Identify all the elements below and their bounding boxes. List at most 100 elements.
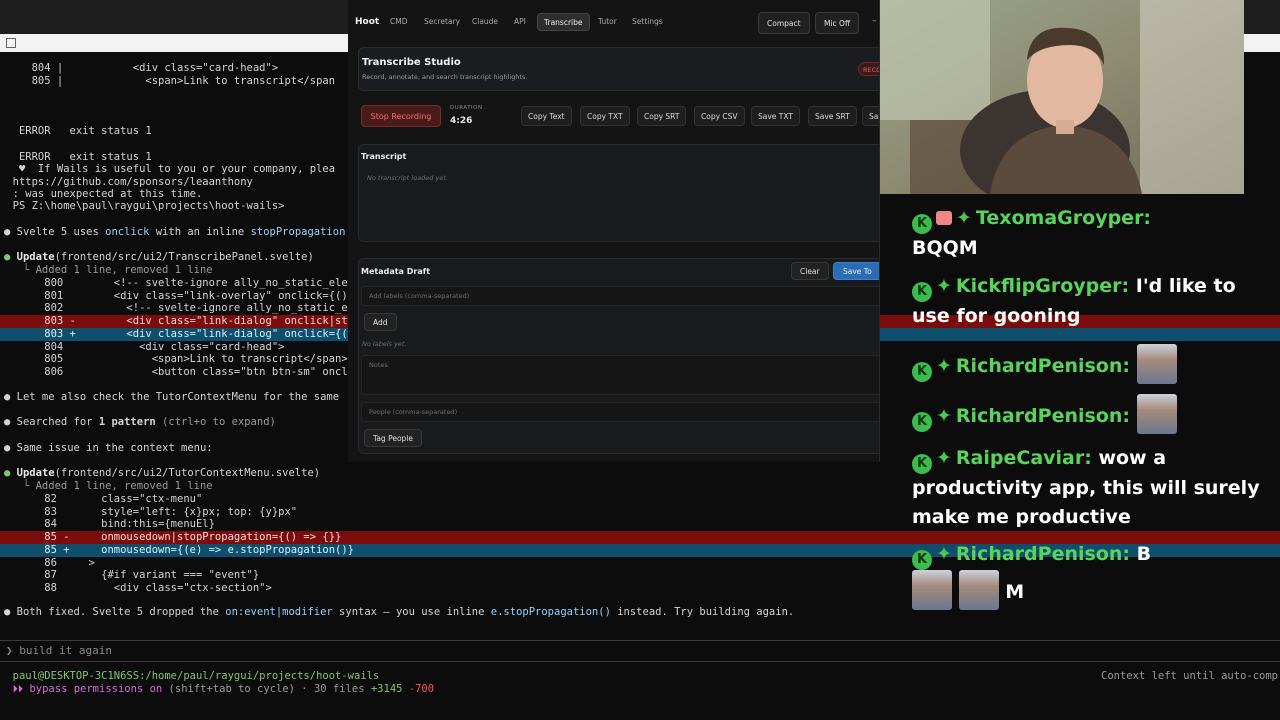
nav-secretary[interactable]: Secretary <box>418 13 466 31</box>
update-path: (frontend/src/ui2/TutorContextMenu.svelt… <box>54 467 321 479</box>
update-header: ● Update(frontend/src/ui2/TutorContextMe… <box>4 467 321 479</box>
diamond-badge-icon: ✦ <box>936 447 952 469</box>
chat-username: KickflipGroyper: <box>955 275 1130 297</box>
chat-text: B <box>1136 543 1152 565</box>
copy-txt-button[interactable]: Copy TXT <box>580 106 630 126</box>
diamond-badge-icon: ✦ <box>936 405 952 427</box>
copy-text-button[interactable]: Copy Text <box>521 106 572 126</box>
save-to-selected-button[interactable]: Save To Selected <box>833 262 879 294</box>
hoot-app-window[interactable]: Hoot CMD Secretary Claude API Transcribe… <box>348 0 880 462</box>
nav-api[interactable]: API <box>508 13 532 31</box>
searched-line: ● Searched for 1 pattern (ctrl+o to expa… <box>4 416 276 429</box>
kick-badge-icon: K <box>912 214 932 234</box>
stream-chat: K ✦ TexomaGroyper: BQQM K ✦ KickflipGroyper: … <box>880 194 1280 720</box>
save-srt-button[interactable]: Save SRT <box>808 106 857 126</box>
mode-label: bypass permissions on <box>29 683 163 695</box>
final-note: ● Both fixed. Svelte 5 dropped the on:ev… <box>4 606 794 619</box>
note-code: e.stopPropagation() <box>490 606 611 618</box>
save-txt-button[interactable]: Save TXT <box>751 106 800 126</box>
emote-image <box>1136 394 1177 434</box>
labels-empty: No labels yet. <box>362 340 407 348</box>
emote-image <box>912 570 952 610</box>
update-label: Update <box>16 251 55 263</box>
status-mode: ⏵⏵ bypass permissions on (shift+tab to c… <box>0 683 434 696</box>
chat-text-tail: M <box>1005 581 1025 603</box>
chat-username: RichardPenison: <box>955 405 1130 427</box>
tag-people-button[interactable]: Tag People <box>364 429 422 447</box>
mode-icon: ⏵⏵ <box>0 683 30 695</box>
term-note: ● Svelte 5 uses onclick with an inline s… <box>4 226 345 239</box>
diamond-badge-icon: ✦ <box>936 275 952 297</box>
chat-username: TexomaGroyper: <box>975 207 1152 229</box>
metadata-title: Metadata Draft <box>361 267 431 276</box>
transcript-panel <box>358 144 879 242</box>
duration-value: 4:26 <box>450 116 473 126</box>
kick-badge-icon: K <box>912 454 932 474</box>
studio-subtitle: Record, annotate, and search transcript … <box>362 73 528 81</box>
mode-hint: (shift+tab to cycle) · 30 files <box>162 683 371 695</box>
kick-badge-icon: K <box>912 282 932 302</box>
webcam-image <box>880 0 1244 194</box>
transcript-empty: No transcript loaded yet. <box>367 174 448 182</box>
kick-badge-icon: K <box>912 362 932 382</box>
diamond-badge-icon: ✦ <box>936 355 952 377</box>
nav-tutor[interactable]: Tutor <box>592 13 623 31</box>
lines-added: +3145 <box>370 683 403 695</box>
chat-message: K ✦ RichardPenison: B M <box>912 540 1272 610</box>
update-label: Update <box>16 467 55 479</box>
note-text: ● Searched for <box>4 416 99 428</box>
status-path: paul@DESKTOP-3C1N6SS:/home/paul/raygui/p… <box>0 670 380 682</box>
prompt-input[interactable]: ❯ build it again <box>6 644 112 657</box>
nav-cmd[interactable]: CMD <box>384 13 413 31</box>
note-code: stopPropagation <box>250 226 346 238</box>
diamond-badge-icon: ✦ <box>936 543 952 565</box>
labels-input[interactable]: Add labels (comma-separated) <box>361 286 879 306</box>
update-summary: └ Added 1 line, removed 1 line <box>4 480 213 492</box>
term-prompt: PS Z:\home\paul\raygui\projects\hoot-wai… <box>0 200 285 212</box>
kick-badge-icon: K <box>912 550 932 570</box>
mic-off-button[interactable]: Mic Off <box>815 12 860 34</box>
term-note: ● Same issue in the context menu: <box>4 442 213 454</box>
copy-csv-button[interactable]: Copy CSV <box>694 106 745 126</box>
minimize-icon[interactable]: – <box>872 16 877 26</box>
note-text: ● Both fixed. Svelte 5 dropped the <box>4 606 226 618</box>
recording-badge: RECO <box>858 62 879 76</box>
nav-transcribe[interactable]: Transcribe <box>537 13 590 31</box>
add-label-button[interactable]: Add <box>364 313 397 331</box>
stop-recording-button[interactable]: Stop Recording <box>361 105 441 127</box>
note-text: instead. Try building again. <box>610 606 795 618</box>
chat-text: BQQM <box>912 237 978 259</box>
save-more-button[interactable]: Sav <box>862 106 879 126</box>
app-brand: Hoot <box>355 17 380 27</box>
emote-image <box>958 570 999 610</box>
chat-message: K ✦ RichardPenison: <box>912 394 1272 434</box>
note-text: with an inline <box>149 226 251 238</box>
note-text: ● Svelte 5 uses <box>4 226 106 238</box>
chat-username: RichardPenison: <box>955 355 1130 377</box>
gift-badge-icon <box>936 211 952 225</box>
update-summary: └ Added 1 line, removed 1 line <box>4 264 213 276</box>
copy-srt-button[interactable]: Copy SRT <box>637 106 687 126</box>
chat-message: K ✦ RaipeCaviar: wow a productivity app, t… <box>912 444 1272 532</box>
people-input[interactable]: People (comma-separated) <box>361 402 879 422</box>
nav-claude[interactable]: Claude <box>466 13 504 31</box>
compact-button[interactable]: Compact <box>758 12 810 34</box>
update-path: (frontend/src/ui2/TranscribePanel.svelte… <box>54 251 314 263</box>
app-navbar: Hoot CMD Secretary Claude API Transcribe… <box>348 0 879 44</box>
terminal-tab-icon[interactable] <box>6 38 16 48</box>
term-error-line: ERROR exit status 1 <box>0 125 152 137</box>
lines-removed: -700 <box>402 683 435 695</box>
term-line: 805 | <span>Link to transcript</span <box>0 75 336 87</box>
term-line: ♥ If Wails is useful to you or your comp… <box>0 163 336 175</box>
transcript-title: Transcript <box>361 152 407 161</box>
clear-button[interactable]: Clear <box>791 262 829 280</box>
note-text: syntax — you use inline <box>332 606 491 618</box>
term-line: 804 | <div class="card-head"> <box>0 62 279 74</box>
chat-message: K ✦ KickflipGroyper: I'd like to use for g… <box>912 272 1272 331</box>
nav-settings[interactable]: Settings <box>626 13 669 31</box>
duration-label: DURATION <box>450 105 483 111</box>
diamond-badge-icon: ✦ <box>956 207 972 229</box>
search-count: 1 pattern <box>98 416 156 428</box>
notes-textarea[interactable]: Notes <box>361 355 879 395</box>
chat-username: RaipeCaviar: <box>955 447 1092 469</box>
